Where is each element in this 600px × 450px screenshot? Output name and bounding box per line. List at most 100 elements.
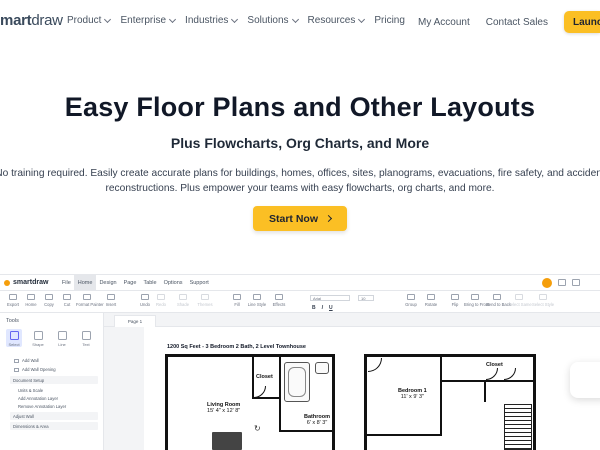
ribbon-icon (27, 294, 35, 300)
ribbon-effects-button[interactable]: Effects (268, 294, 290, 307)
ribbon-select-style-button[interactable]: Select Style (532, 294, 554, 307)
wall[interactable] (533, 354, 536, 450)
wall[interactable] (367, 434, 442, 436)
wall[interactable] (332, 354, 335, 450)
add-wall-item[interactable]: Add Wall (10, 356, 98, 365)
line-tool[interactable]: Line (54, 329, 70, 347)
wall[interactable] (165, 354, 168, 450)
italic-button[interactable]: I (322, 305, 323, 311)
wall[interactable] (440, 357, 442, 435)
page-tabs-bar: Page 1 (104, 313, 600, 327)
dining-table[interactable] (212, 432, 242, 450)
ribbon-label: Home (25, 302, 37, 307)
tools-panel: Tools Select Shape Line Text Add Wall Ad… (0, 313, 104, 450)
wall[interactable] (484, 382, 486, 402)
nav-item-label: Enterprise (120, 15, 167, 26)
ribbon-icon (451, 294, 459, 300)
document-setup-group[interactable]: Document Setup (10, 376, 98, 384)
font-size-select[interactable]: 10 (358, 295, 374, 301)
panel-item-label: Add Wall (22, 358, 39, 363)
shape-tool[interactable]: Shape (30, 329, 46, 347)
nav-item-pricing[interactable]: Pricing (374, 15, 405, 26)
app-menu-page[interactable]: Page (120, 275, 140, 291)
ribbon-icon (9, 294, 17, 300)
panel-group-label: Adjust Wall (13, 413, 34, 419)
start-now-button[interactable]: Start Now (253, 206, 347, 231)
ribbon-redo-button[interactable]: Redo (150, 294, 172, 307)
ribbon-label: Line Style (247, 302, 267, 307)
ribbon-shade-button[interactable]: Shade (172, 294, 194, 307)
nav-item-product[interactable]: Product (67, 15, 112, 26)
nav-item-resources[interactable]: Resources (308, 15, 366, 26)
ribbon-flip-button[interactable]: Flip (444, 294, 466, 307)
ribbon-cut-button[interactable]: Cut (56, 294, 78, 307)
dimensions-area-group[interactable]: Dimensions & Area (10, 422, 98, 430)
room-dimensions: 15' 4" x 12' 8" (207, 408, 241, 414)
ribbon-icon (179, 294, 187, 300)
panel-item-label: Units & Scale (18, 387, 44, 393)
chevron-down-icon (231, 15, 239, 23)
ribbon-icon (201, 294, 209, 300)
app-menu-file[interactable]: File (58, 275, 74, 291)
ribbon-line-style-button[interactable]: Line Style (246, 294, 268, 307)
shape-icon (33, 331, 43, 340)
contact-sales-link[interactable]: Contact Sales (486, 17, 548, 28)
app-menu-design[interactable]: Design (96, 275, 120, 291)
nav-item-industries[interactable]: Industries (185, 15, 239, 26)
units-scale-item[interactable]: Units & Scale (10, 386, 98, 394)
ribbon-fill-button[interactable]: Fill (226, 294, 248, 307)
chevron-down-icon (291, 15, 299, 23)
hero-description-line: No training required. Easily create accu… (0, 168, 600, 179)
ribbon-label: Redo (155, 302, 166, 307)
add-wall-opening-item[interactable]: Add Wall Opening (10, 365, 98, 374)
ribbon-bring-to-front-button[interactable]: Bring to Front (464, 294, 489, 307)
wall[interactable] (279, 357, 281, 430)
staircase[interactable] (504, 404, 532, 450)
wall[interactable] (442, 380, 534, 382)
my-account-link[interactable]: My Account (418, 17, 470, 28)
panel-item-label: Add Wall Opening (22, 367, 56, 372)
app-menu-home[interactable]: Home (74, 275, 96, 291)
nav-item-solutions[interactable]: Solutions (247, 15, 299, 26)
ribbon-group-button[interactable]: Group (400, 294, 422, 307)
adjust-wall-group[interactable]: Adjust Wall (10, 412, 98, 420)
settings-icon[interactable] (572, 279, 580, 286)
launch-button[interactable]: Launch (564, 11, 600, 33)
rotate-handle-icon[interactable]: ↻ (254, 424, 261, 433)
smartdraw-logo[interactable]: smartdraw (0, 12, 63, 29)
ribbon-format-painter-button[interactable]: Format Painter (76, 294, 104, 307)
user-avatar[interactable] (542, 278, 552, 288)
remove-annotation-layer-item[interactable]: Remove Annotation Layer (10, 402, 98, 410)
floating-panel[interactable] (570, 362, 600, 398)
ribbon-insert-button[interactable]: Insert (100, 294, 122, 307)
ribbon-select-same-button[interactable]: Select Same (508, 294, 532, 307)
sink[interactable] (315, 362, 329, 374)
bold-button[interactable]: B (312, 305, 316, 311)
app-menu-support[interactable]: Support (186, 275, 212, 291)
select-tool[interactable]: Select (6, 329, 22, 347)
ribbon-themes-button[interactable]: Themes (194, 294, 216, 307)
logo-mark-icon (4, 279, 10, 286)
underline-button[interactable]: U (329, 305, 333, 311)
nav-menu: Product Enterprise Industries Solutions … (67, 15, 415, 26)
app-menu-icons (558, 279, 580, 286)
nav-item-enterprise[interactable]: Enterprise (120, 15, 177, 26)
ribbon-rotate-button[interactable]: Rotate (420, 294, 442, 307)
wall[interactable] (364, 354, 536, 357)
wall[interactable] (279, 430, 334, 432)
room-label-bathroom: Bathroom 6' x 8' 3" (304, 414, 330, 426)
add-annotation-layer-item[interactable]: Add Annotation Layer (10, 394, 98, 402)
wall[interactable] (165, 354, 335, 357)
app-menu-table[interactable]: Table (140, 275, 160, 291)
text-tool[interactable]: Text (78, 329, 94, 347)
page-tab[interactable]: Page 1 (114, 315, 156, 327)
font-select[interactable]: Arial (310, 295, 350, 301)
ribbon-label: Insert (105, 302, 117, 307)
ribbon-label: Select Same (508, 302, 532, 307)
ribbon-send-to-back-button[interactable]: Send to Back (486, 294, 511, 307)
line-icon (57, 331, 67, 340)
app-menu-options[interactable]: Options (160, 275, 186, 291)
door-icon (14, 367, 19, 372)
chevron-down-icon (104, 15, 112, 23)
share-icon[interactable] (558, 279, 566, 286)
